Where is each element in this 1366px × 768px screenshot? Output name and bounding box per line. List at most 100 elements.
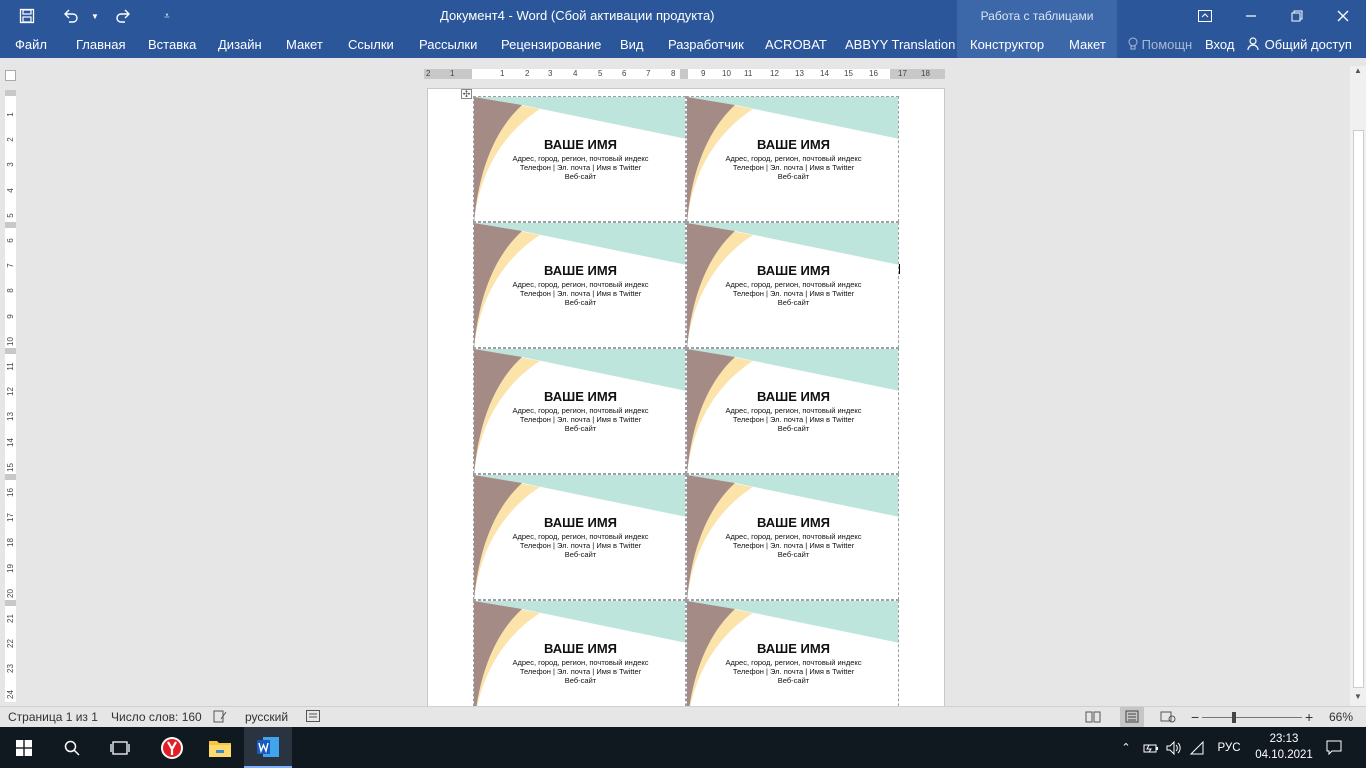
business-card[interactable]: ВАШЕ ИМЯ Адрес, город, регион, почтовый и… (686, 474, 899, 600)
card-address: Адрес, город, регион, почтовый индекс (725, 154, 862, 163)
zoom-out-button[interactable]: − (1191, 707, 1199, 728)
page-count[interactable]: Страница 1 из 1 (8, 707, 98, 728)
tab-design[interactable]: Дизайн (218, 32, 262, 58)
table-tools-title: Работа с таблицами (957, 0, 1117, 32)
undo-dropdown-icon[interactable]: ▼ (88, 0, 102, 32)
start-icon[interactable] (0, 727, 48, 768)
business-card[interactable]: ВАШЕ ИМЯ Адрес, город, регион, почтовый и… (686, 96, 899, 222)
minimize-icon[interactable] (1228, 0, 1274, 32)
sign-in-button[interactable]: Вход (1205, 32, 1234, 58)
quick-access-toolbar: ▼ ⩡ (0, 0, 184, 32)
card-contacts: Телефон | Эл. почта | Имя в Twitter (732, 415, 855, 424)
card-website: Веб-сайт (777, 298, 810, 307)
notifications-icon[interactable] (1316, 727, 1352, 768)
word-taskbar-icon[interactable] (244, 727, 292, 768)
customize-toolbar-icon[interactable]: ⩡ (150, 0, 184, 32)
task-view-icon[interactable] (96, 727, 144, 768)
card-website: Веб-сайт (777, 172, 810, 181)
input-language[interactable]: РУС (1212, 727, 1246, 768)
battery-icon[interactable] (1140, 727, 1162, 768)
language-status[interactable]: русский (245, 707, 288, 728)
tab-home[interactable]: Главная (76, 32, 125, 58)
web-layout-icon[interactable] (1160, 707, 1176, 728)
card-website: Веб-сайт (777, 550, 810, 559)
person-icon (1247, 37, 1259, 51)
tab-references[interactable]: Ссылки (348, 32, 394, 58)
ruler-number: 14 (820, 69, 829, 78)
text-cursor (899, 264, 900, 274)
tab-file[interactable]: Файл (15, 32, 47, 58)
document-page[interactable]: ✣ ВАШЕ ИМЯ Адрес, город, регион, почтовый… (427, 88, 945, 706)
tell-me-label: Помощн (1141, 37, 1193, 52)
windows-taskbar: ⌃ РУС 23:13 04.10.2021 (0, 727, 1366, 768)
zoom-level[interactable]: 66% (1329, 707, 1353, 728)
table-move-handle[interactable]: ✣ (461, 89, 472, 99)
redo-icon[interactable] (106, 0, 140, 32)
ruler-number: 21 (6, 614, 15, 623)
word-count[interactable]: Число слов: 160 (111, 707, 202, 728)
card-contacts: Телефон | Эл. почта | Имя в Twitter (732, 667, 855, 676)
share-button[interactable]: Общий доступ (1247, 32, 1352, 58)
macro-record-icon[interactable] (306, 707, 320, 728)
ruler-column-marker[interactable] (680, 69, 688, 79)
scroll-down-icon[interactable]: ▼ (1350, 692, 1366, 706)
business-card[interactable]: ВАШЕ ИМЯ Адрес, город, регион, почтовый и… (473, 474, 686, 600)
ruler-number: 15 (6, 462, 15, 472)
print-layout-icon[interactable] (1120, 707, 1144, 728)
vertical-scrollbar[interactable]: ▲ ▼ (1350, 66, 1366, 706)
ruler-number: 4 (6, 187, 15, 193)
card-address: Адрес, город, регион, почтовый индекс (512, 280, 649, 289)
ruler-number: 6 (622, 69, 627, 78)
zoom-slider-thumb[interactable] (1232, 712, 1236, 723)
scroll-up-icon[interactable]: ▲ (1350, 66, 1366, 80)
ribbon-display-options-icon[interactable] (1182, 0, 1228, 32)
tab-acrobat[interactable]: ACROBAT (765, 32, 827, 58)
tab-review[interactable]: Рецензирование (501, 32, 601, 58)
tab-table-design[interactable]: Конструктор (970, 32, 1044, 58)
business-card[interactable]: ВАШЕ ИМЯ Адрес, город, регион, почтовый и… (473, 222, 686, 348)
tab-table-layout[interactable]: Макет (1069, 32, 1106, 58)
tab-selector[interactable] (5, 70, 16, 81)
close-icon[interactable] (1320, 0, 1366, 32)
tab-developer[interactable]: Разработчик (668, 32, 744, 58)
search-icon[interactable] (48, 727, 96, 768)
tab-abbyy-translation[interactable]: ABBYY Translation (845, 32, 955, 58)
tab-mailings[interactable]: Рассылки (419, 32, 477, 58)
undo-icon[interactable] (54, 0, 88, 32)
ruler-left-margin (424, 69, 472, 79)
proofing-icon[interactable] (213, 707, 227, 728)
document-title: Документ4 - Word (Сбой активации продукт… (440, 8, 715, 23)
business-card[interactable]: ВАШЕ ИМЯ Адрес, город, регион, почтовый и… (686, 348, 899, 474)
ruler-number: 16 (6, 488, 15, 497)
read-mode-icon[interactable] (1085, 707, 1101, 728)
file-explorer-icon[interactable] (196, 727, 244, 768)
vertical-ruler[interactable]: 1 2 3 4 5 6 7 8 9 10 11 12 13 14 15 16 17 18 19 20 21 22 23 24 (5, 90, 16, 702)
show-hidden-icons[interactable]: ⌃ (1115, 727, 1137, 768)
business-card[interactable]: ВАШЕ ИМЯ Адрес, город, регион, почтовый и… (686, 600, 899, 706)
ruler-number: 10 (6, 336, 15, 346)
volume-icon[interactable] (1163, 727, 1185, 768)
card-website: Веб-сайт (777, 424, 810, 433)
card-contacts: Телефон | Эл. почта | Имя в Twitter (519, 541, 642, 550)
tab-layout[interactable]: Макет (286, 32, 323, 58)
clock-time: 23:13 (1269, 733, 1299, 745)
tab-view[interactable]: Вид (620, 32, 644, 58)
save-icon[interactable] (10, 0, 44, 32)
business-card[interactable]: ВАШЕ ИМЯ Адрес, город, регион, почтовый и… (473, 348, 686, 474)
card-address: Адрес, город, регион, почтовый индекс (725, 406, 862, 415)
wifi-icon[interactable] (1186, 727, 1208, 768)
document-area[interactable]: ✣ ВАШЕ ИМЯ Адрес, город, регион, почтовый… (22, 84, 1350, 706)
clock[interactable]: 23:13 04.10.2021 (1254, 731, 1314, 763)
horizontal-ruler[interactable]: 2 1 1 2 3 4 5 6 7 8 9 10 11 12 13 14 15 16 17 18 (424, 69, 945, 79)
business-card[interactable]: ВАШЕ ИМЯ Адрес, город, регион, почтовый и… (473, 96, 686, 222)
zoom-in-button[interactable]: + (1305, 707, 1313, 728)
business-card[interactable]: ВАШЕ ИМЯ Адрес, город, регион, почтовый и… (473, 600, 686, 706)
tab-insert[interactable]: Вставка (148, 32, 196, 58)
restore-icon[interactable] (1274, 0, 1320, 32)
card-address: Адрес, город, регион, почтовый индекс (512, 532, 649, 541)
yandex-browser-icon[interactable] (148, 727, 196, 768)
business-card[interactable]: ВАШЕ ИМЯ Адрес, город, регион, почтовый и… (686, 222, 899, 348)
tell-me-search[interactable]: Помощн (1128, 32, 1192, 58)
zoom-slider[interactable] (1202, 717, 1302, 718)
scrollbar-thumb[interactable] (1353, 130, 1364, 688)
